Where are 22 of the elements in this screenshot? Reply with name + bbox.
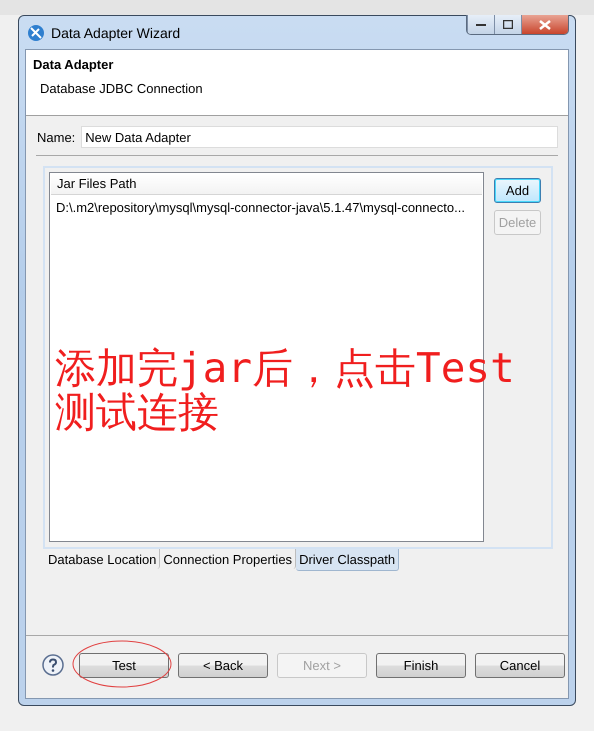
help-icon[interactable] — [42, 654, 64, 676]
dialog-button[interactable]: < Back — [178, 652, 268, 678]
close-icon — [539, 20, 551, 30]
close-button[interactable] — [521, 15, 568, 34]
dialog-button[interactable]: Cancel — [475, 652, 565, 678]
dialog-button[interactable]: Finish — [376, 652, 466, 678]
app-icon — [27, 24, 45, 42]
window-title: Data Adapter Wizard — [51, 24, 182, 40]
table-row[interactable]: D:\.m2\repository\mysql\mysql-connector-java\5.1.47\mysql-connecto... — [50, 195, 483, 219]
minimize-icon — [476, 22, 486, 26]
minimize-button[interactable] — [467, 15, 494, 34]
tab[interactable]: Driver Classpath — [296, 549, 400, 571]
name-field[interactable]: New Data Adapter — [81, 126, 558, 148]
name-label: Name: — [37, 130, 76, 144]
maximize-icon — [503, 20, 513, 29]
header-subtitle: Database JDBC Connection — [40, 81, 203, 96]
annotation-text: 测试连接 — [55, 390, 219, 434]
header-title: Data Adapter — [33, 57, 114, 72]
dialog-button[interactable]: Test — [79, 652, 169, 678]
tab[interactable]: Database Location — [45, 549, 160, 569]
side-button[interactable]: Add — [494, 178, 541, 203]
maximize-button[interactable] — [494, 15, 521, 34]
